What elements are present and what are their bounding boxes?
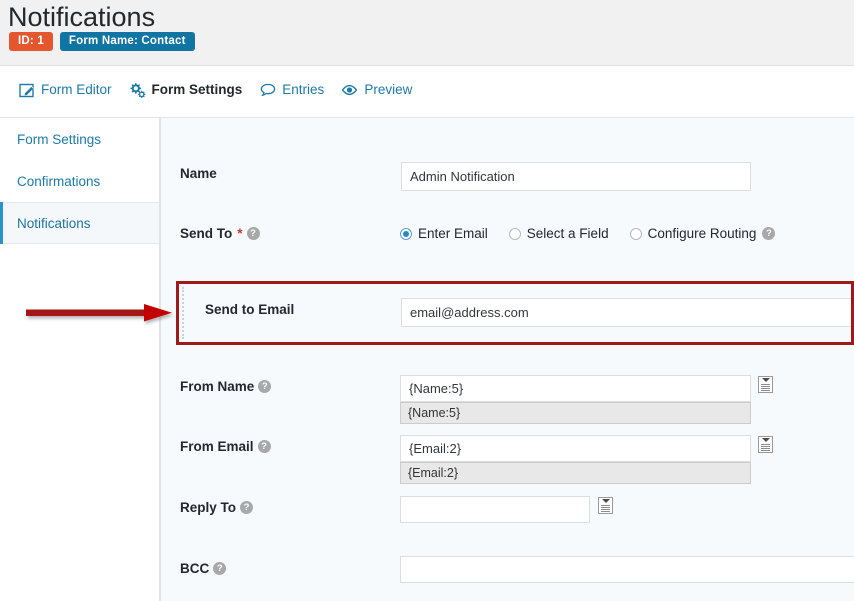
radio-select-a-field[interactable]: Select a Field bbox=[508, 226, 609, 241]
tab-form-editor-label: Form Editor bbox=[41, 82, 112, 97]
bcc-input[interactable] bbox=[400, 556, 854, 583]
merge-tag-icon-reply-to[interactable] bbox=[598, 497, 613, 514]
id-badge: ID: 1 bbox=[9, 32, 53, 51]
eye-icon bbox=[341, 81, 358, 98]
tab-entries-label: Entries bbox=[282, 82, 325, 97]
tab-preview[interactable]: Preview bbox=[341, 81, 412, 98]
page-title: Notifications bbox=[8, 2, 156, 32]
from-name-suggestion[interactable]: {Name:5} bbox=[400, 402, 751, 424]
notifications-settings-page: Notifications ID: 1 Form Name: Contact F… bbox=[0, 0, 854, 601]
sidebar-item-confirmations-label: Confirmations bbox=[17, 173, 101, 189]
tab-form-settings[interactable]: Form Settings bbox=[129, 81, 243, 98]
send-to-email-label: Send to Email bbox=[205, 302, 295, 317]
reply-to-label: Reply To ? bbox=[180, 500, 254, 515]
from-email-suggestion[interactable]: {Email:2} bbox=[400, 462, 751, 484]
comment-icon bbox=[259, 81, 276, 98]
form-nav-list: Form Editor Form Settings Entries Previe… bbox=[18, 81, 412, 98]
name-field-label: Name bbox=[180, 166, 217, 181]
reply-to-input[interactable] bbox=[400, 496, 590, 523]
sidebar-item-form-settings[interactable]: Form Settings bbox=[0, 118, 159, 160]
send-to-email-input[interactable] bbox=[401, 298, 854, 327]
from-email-label: From Email ? bbox=[180, 439, 271, 454]
merge-tag-icon-from-name[interactable] bbox=[758, 376, 773, 393]
red-arrow-pointer bbox=[26, 304, 172, 322]
from-name-label: From Name ? bbox=[180, 379, 272, 394]
sidebar-item-notifications-label: Notifications bbox=[17, 215, 91, 231]
sidebar-item-notifications[interactable]: Notifications bbox=[0, 202, 159, 244]
settings-sidebar-list: Form Settings Confirmations Notification… bbox=[0, 118, 159, 244]
radio-configure-routing-label: Configure Routing bbox=[647, 226, 757, 241]
notification-form-panel: Name Send To * ? Enter Email Select a Fi… bbox=[160, 118, 854, 601]
name-input[interactable] bbox=[401, 162, 751, 191]
help-circle-icon-from-email[interactable]: ? bbox=[257, 440, 271, 453]
help-circle-icon-bcc[interactable]: ? bbox=[213, 562, 227, 575]
help-circle-icon[interactable]: ? bbox=[246, 227, 260, 240]
tab-form-settings-label: Form Settings bbox=[151, 82, 243, 97]
sidebar-item-form-settings-label: Form Settings bbox=[17, 131, 102, 147]
radio-enter-email[interactable]: Enter Email bbox=[400, 226, 488, 241]
radio-select-a-field-control[interactable] bbox=[508, 227, 521, 240]
bcc-label: BCC ? bbox=[180, 561, 227, 576]
radio-configure-routing-control[interactable] bbox=[629, 227, 642, 240]
settings-sidebar: Form Settings Confirmations Notification… bbox=[0, 118, 160, 601]
pencil-square-icon bbox=[18, 81, 35, 98]
from-email-input[interactable] bbox=[400, 435, 751, 462]
send-to-radio-group: Enter Email Select a Field Configure Rou… bbox=[400, 226, 776, 241]
from-name-input[interactable] bbox=[400, 375, 751, 402]
help-circle-icon-routing[interactable]: ? bbox=[762, 227, 776, 240]
radio-enter-email-control[interactable] bbox=[400, 227, 412, 240]
gears-icon bbox=[129, 81, 146, 98]
radio-select-a-field-label: Select a Field bbox=[526, 226, 609, 241]
page-header: Notifications ID: 1 Form Name: Contact bbox=[0, 0, 854, 66]
tab-preview-label: Preview bbox=[364, 82, 413, 97]
required-marker: * bbox=[237, 226, 243, 241]
tab-form-editor[interactable]: Form Editor bbox=[18, 81, 112, 98]
sidebar-item-confirmations[interactable]: Confirmations bbox=[0, 160, 159, 202]
form-name-badge: Form Name: Contact bbox=[59, 32, 195, 51]
send-to-label: Send To * ? bbox=[180, 226, 260, 241]
help-circle-icon-from-name[interactable]: ? bbox=[258, 380, 272, 393]
help-circle-icon-reply-to[interactable]: ? bbox=[240, 501, 254, 514]
radio-configure-routing[interactable]: Configure Routing ? bbox=[629, 226, 776, 241]
form-nav-bar: Form Editor Form Settings Entries Previe… bbox=[0, 66, 854, 118]
badge-group: ID: 1 Form Name: Contact bbox=[9, 32, 195, 51]
tab-entries[interactable]: Entries bbox=[259, 81, 324, 98]
radio-enter-email-label: Enter Email bbox=[418, 226, 488, 241]
merge-tag-icon-from-email[interactable] bbox=[758, 436, 773, 453]
